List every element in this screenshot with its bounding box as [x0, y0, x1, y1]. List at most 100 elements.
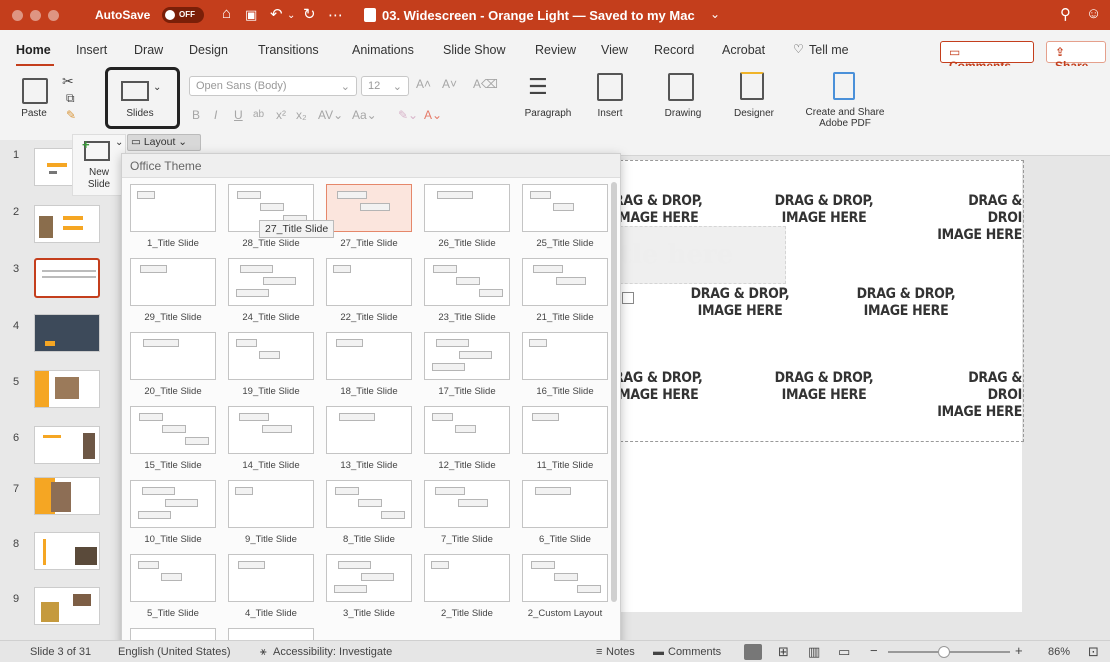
tab-acrobat[interactable]: Acrobat — [722, 43, 765, 57]
layout-thumbnail[interactable] — [326, 258, 412, 306]
tab-animations[interactable]: Animations — [352, 43, 414, 57]
layout-thumbnail[interactable] — [228, 406, 314, 454]
close-window-button[interactable] — [12, 10, 23, 21]
accessibility-status[interactable]: Accessibility: Investigate — [273, 646, 392, 658]
zoom-window-button[interactable] — [48, 10, 59, 21]
slide-thumbnail-4[interactable] — [34, 314, 100, 352]
layout-thumbnail[interactable] — [228, 480, 314, 528]
format-painter-icon[interactable]: ✎ — [66, 108, 76, 122]
autosave-toggle[interactable]: OFF — [162, 7, 204, 23]
copy-icon[interactable]: ⧉ — [66, 91, 75, 106]
tab-slide-show[interactable]: Slide Show — [443, 43, 506, 57]
undo-icon[interactable]: ↶ — [270, 5, 283, 23]
insert-button[interactable]: Insert — [590, 108, 630, 119]
slide-thumbnail-5[interactable] — [34, 370, 100, 408]
drawing-icon[interactable] — [668, 73, 694, 101]
slide-thumbnail-6[interactable] — [34, 426, 100, 464]
layout-thumbnail[interactable] — [326, 184, 412, 232]
layout-thumbnail[interactable] — [228, 554, 314, 602]
layout-thumbnail[interactable] — [130, 184, 216, 232]
reading-view-icon[interactable]: ▥ — [808, 644, 820, 660]
font-name-dropdown[interactable]: Open Sans (Body) ⌄ — [189, 76, 357, 96]
tab-view[interactable]: View — [601, 43, 628, 57]
underline-icon[interactable]: U — [234, 108, 243, 122]
layout-thumbnail[interactable] — [424, 332, 510, 380]
more-icon[interactable]: ⋯ — [328, 6, 343, 24]
layout-thumbnail[interactable] — [228, 332, 314, 380]
layout-thumbnail[interactable] — [424, 480, 510, 528]
layout-thumbnail[interactable] — [424, 258, 510, 306]
layout-thumbnail[interactable] — [326, 480, 412, 528]
drawing-button[interactable]: Drawing — [660, 108, 706, 119]
layout-thumbnail[interactable] — [522, 406, 608, 454]
title-chevron-down-icon[interactable]: ⌄ — [710, 7, 720, 21]
subscript-icon[interactable]: x₂ — [296, 108, 307, 122]
gallery-scrollbar[interactable] — [611, 182, 617, 602]
slides-chevron-down-icon[interactable]: ⌄ — [153, 82, 161, 93]
italic-icon[interactable]: I — [214, 108, 217, 122]
superscript-icon[interactable]: x² — [276, 108, 286, 122]
slide-thumbnail-3-selected[interactable] — [34, 258, 100, 298]
layout-thumbnail[interactable] — [522, 480, 608, 528]
tab-transitions[interactable]: Transitions — [258, 43, 319, 57]
designer-button[interactable]: Designer — [730, 108, 778, 119]
tab-draw[interactable]: Draw — [134, 43, 163, 57]
designer-icon[interactable] — [740, 72, 764, 100]
layout-thumbnail[interactable] — [522, 184, 608, 232]
layout-thumbnail[interactable] — [130, 332, 216, 380]
layout-thumbnail[interactable] — [130, 554, 216, 602]
notes-button[interactable]: Notes — [606, 646, 635, 658]
zoom-in-icon[interactable]: + — [1015, 643, 1023, 658]
tab-home[interactable]: Home — [16, 43, 51, 57]
normal-view-icon[interactable] — [744, 644, 762, 660]
zoom-out-icon[interactable]: − — [870, 643, 878, 658]
comments-status-button[interactable]: Comments — [668, 646, 721, 658]
tell-me-search[interactable]: Tell me — [809, 43, 849, 57]
slide-thumbnail-8[interactable] — [34, 532, 100, 570]
undo-dropdown-icon[interactable]: ⌄ — [287, 10, 295, 21]
slide-thumbnail-9[interactable] — [34, 587, 100, 625]
create-share-adobe-pdf-button[interactable]: Create and Share Adobe PDF — [797, 107, 893, 129]
comments-button[interactable]: ▭ Comments — [940, 41, 1034, 73]
character-spacing-icon[interactable]: AV⌄ — [318, 108, 343, 122]
adobe-pdf-icon[interactable] — [833, 72, 855, 100]
bold-icon[interactable]: B — [192, 108, 200, 122]
paste-icon[interactable] — [22, 78, 48, 104]
share-button[interactable]: ⇪ Share — [1046, 41, 1106, 73]
zoom-slider-thumb[interactable] — [938, 646, 950, 658]
search-icon[interactable]: ⚲ — [1060, 5, 1071, 23]
resize-handle[interactable] — [622, 292, 634, 304]
save-icon[interactable]: ▣ — [245, 7, 257, 23]
new-slide-chevron-icon[interactable]: ⌄ — [115, 137, 123, 148]
layout-thumbnail[interactable] — [228, 258, 314, 306]
layout-thumbnail[interactable] — [326, 406, 412, 454]
grow-font-icon[interactable]: A˄ — [416, 77, 431, 91]
account-icon[interactable]: ☺ — [1086, 5, 1101, 22]
slides-button[interactable]: Slides — [115, 108, 165, 119]
document-title[interactable]: 03. Widescreen - Orange Light — Saved to… — [382, 8, 695, 23]
slide-sorter-icon[interactable]: ⊞ — [778, 644, 789, 660]
language-indicator[interactable]: English (United States) — [118, 646, 231, 658]
shrink-font-icon[interactable]: A˅ — [442, 77, 457, 91]
layout-thumbnail[interactable] — [326, 554, 412, 602]
zoom-level[interactable]: 86% — [1048, 646, 1070, 658]
layout-thumbnail[interactable] — [130, 258, 216, 306]
clear-formatting-icon[interactable]: A⌫ — [473, 77, 498, 91]
minimize-window-button[interactable] — [30, 10, 41, 21]
tab-design[interactable]: Design — [189, 43, 228, 57]
paragraph-button[interactable]: Paragraph — [518, 108, 578, 119]
fit-to-window-icon[interactable]: ⊡ — [1088, 644, 1099, 660]
paragraph-icon[interactable]: ☰ — [528, 74, 548, 100]
slide-show-icon[interactable]: ▭ — [838, 644, 850, 660]
cut-icon[interactable]: ✂ — [62, 73, 74, 90]
slide-thumbnail-7[interactable] — [34, 477, 100, 515]
font-size-dropdown[interactable]: 12 ⌄ — [361, 76, 409, 96]
layout-thumbnail[interactable] — [522, 258, 608, 306]
strikethrough-icon[interactable]: ab — [253, 109, 264, 120]
tab-review[interactable]: Review — [535, 43, 576, 57]
layout-thumbnail[interactable] — [424, 406, 510, 454]
layout-thumbnail[interactable] — [424, 554, 510, 602]
redo-icon[interactable]: ↻ — [303, 5, 316, 23]
layout-button[interactable]: ▭ Layout ⌄ — [127, 134, 201, 151]
change-case-icon[interactable]: Aa⌄ — [352, 108, 377, 122]
